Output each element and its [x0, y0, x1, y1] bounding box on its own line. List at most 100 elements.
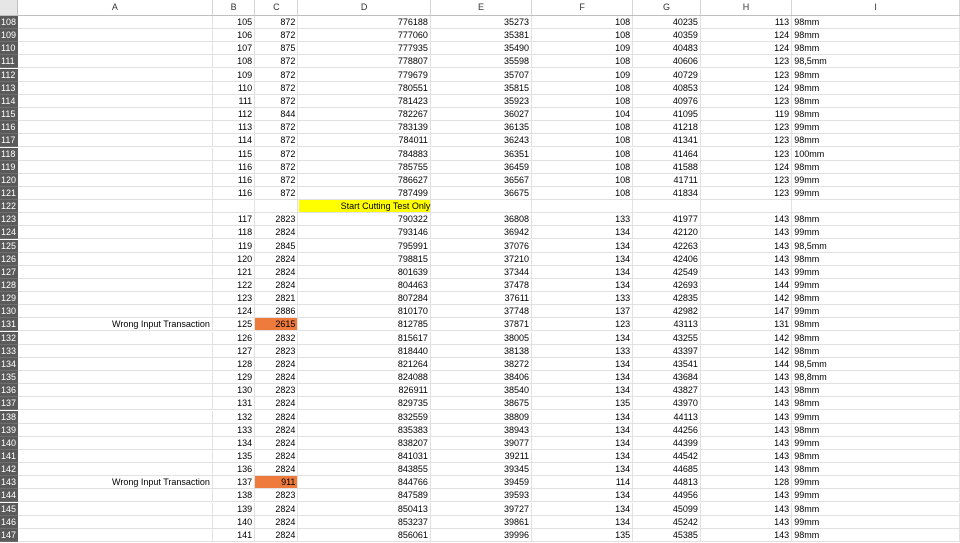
cell-c[interactable]: 2823 [255, 344, 299, 358]
cell-b[interactable]: 141 [212, 528, 256, 542]
cell-b[interactable]: 133 [212, 423, 256, 437]
cell-g[interactable]: 45242 [633, 515, 701, 529]
cell-h[interactable]: 143 [700, 397, 793, 411]
cell-f[interactable]: 134 [532, 449, 634, 463]
cell-d[interactable]: 838207 [298, 436, 431, 450]
cell-h[interactable]: 123 [700, 173, 793, 187]
cell-i[interactable]: 99mm [792, 186, 960, 200]
column-header-f[interactable]: F [532, 0, 634, 15]
cell-b[interactable]: 139 [212, 502, 256, 516]
cell-f[interactable]: 108 [532, 55, 634, 69]
row-number[interactable]: 142 [0, 463, 18, 477]
cell-e[interactable]: 35923 [430, 94, 533, 108]
column-header-i[interactable]: I [792, 0, 960, 15]
cell-c[interactable]: 872 [255, 16, 299, 29]
cell-b[interactable]: 130 [212, 384, 256, 398]
cell-b[interactable]: 121 [212, 265, 256, 279]
select-all-corner[interactable] [0, 0, 18, 15]
cell-f[interactable]: 134 [532, 384, 634, 398]
cell-g[interactable]: 42263 [633, 239, 701, 253]
cell-d[interactable]: 790322 [298, 213, 431, 227]
cell-f[interactable]: 134 [532, 410, 634, 424]
cell-e[interactable]: 38809 [430, 410, 533, 424]
cell-h[interactable]: 124 [700, 29, 793, 43]
row-number[interactable]: 136 [0, 384, 18, 398]
cell-i[interactable]: 98,5mm [792, 357, 960, 371]
cell-e[interactable]: 35490 [430, 42, 533, 56]
cell-i[interactable]: 98mm [792, 160, 960, 174]
cell-i[interactable]: 98mm [792, 397, 960, 411]
cell-f[interactable]: 133 [532, 213, 634, 227]
cell-d[interactable]: 782267 [298, 108, 431, 122]
cell-f[interactable]: 108 [532, 134, 634, 148]
cell-a[interactable] [17, 16, 213, 29]
row-number[interactable]: 126 [0, 252, 18, 266]
cell-i[interactable]: 98mm [792, 423, 960, 437]
cell-d[interactable]: 824088 [298, 371, 431, 385]
cell-f[interactable]: 134 [532, 226, 634, 240]
cell-c[interactable] [255, 200, 299, 214]
cell-b[interactable]: 140 [212, 515, 256, 529]
cell-f[interactable]: 137 [532, 305, 634, 319]
cell-b[interactable]: 123 [212, 292, 256, 306]
cell-i[interactable]: 98mm [792, 502, 960, 516]
cell-d[interactable]: 798815 [298, 252, 431, 266]
cell-g[interactable]: 41464 [633, 147, 701, 161]
cell-c[interactable]: 2832 [255, 331, 299, 345]
cell-i[interactable]: 99mm [792, 476, 960, 490]
cell-b[interactable]: 114 [212, 134, 256, 148]
cell-d[interactable]: 853237 [298, 515, 431, 529]
cell-d[interactable]: 777935 [298, 42, 431, 56]
cell-i[interactable]: 98mm [792, 252, 960, 266]
cell-i[interactable]: 99mm [792, 173, 960, 187]
cell-f[interactable]: 134 [532, 279, 634, 292]
cell-i[interactable]: 98mm [792, 94, 960, 108]
cell-h[interactable]: 143 [700, 436, 793, 450]
column-header-e[interactable]: E [431, 0, 533, 15]
row-number[interactable]: 122 [0, 200, 18, 214]
cell-e[interactable]: 36942 [430, 226, 533, 240]
cell-e[interactable]: 39345 [430, 463, 533, 477]
row-number[interactable]: 124 [0, 226, 18, 240]
cell-i[interactable]: 98mm [792, 331, 960, 345]
cell-a[interactable] [17, 331, 213, 345]
cell-a[interactable]: Wrong Input Transaction [17, 476, 213, 490]
cell-b[interactable]: 138 [212, 489, 256, 503]
cell-e[interactable]: 35815 [430, 81, 533, 95]
cell-f[interactable]: 108 [532, 16, 634, 29]
cell-g[interactable]: 41588 [633, 160, 701, 174]
cell-a[interactable] [17, 292, 213, 306]
cell-c[interactable]: 2824 [255, 449, 299, 463]
cell-c[interactable]: 2845 [255, 239, 299, 253]
cell-c[interactable]: 872 [255, 55, 299, 69]
cell-h[interactable]: 143 [700, 502, 793, 516]
column-header-b[interactable]: B [213, 0, 256, 15]
cell-a[interactable] [17, 200, 213, 214]
cell-i[interactable]: 99mm [792, 305, 960, 319]
cell-g[interactable]: 43827 [633, 384, 701, 398]
cell-c[interactable]: 2824 [255, 502, 299, 516]
cell-i[interactable]: 99mm [792, 226, 960, 240]
cell-e[interactable]: 38272 [430, 357, 533, 371]
cell-a[interactable] [17, 279, 213, 292]
cell-b[interactable]: 116 [212, 173, 256, 187]
cell-e[interactable]: 36459 [430, 160, 533, 174]
cell-e[interactable]: 37344 [430, 265, 533, 279]
cell-g[interactable]: 44113 [633, 410, 701, 424]
cell-h[interactable]: 128 [700, 476, 793, 490]
cell-c[interactable]: 2886 [255, 305, 299, 319]
cell-g[interactable]: 40606 [633, 55, 701, 69]
cell-f[interactable]: 135 [532, 528, 634, 542]
cell-e[interactable]: 37210 [430, 252, 533, 266]
cell-b[interactable]: 124 [212, 305, 256, 319]
cell-b[interactable]: 105 [212, 16, 256, 29]
cell-h[interactable]: 143 [700, 449, 793, 463]
cell-g[interactable]: 40235 [633, 16, 701, 29]
cell-b[interactable] [212, 200, 256, 214]
cell-d[interactable]: 812785 [298, 318, 431, 332]
cell-e[interactable]: 36808 [430, 213, 533, 227]
cell-d[interactable]: 843855 [298, 463, 431, 477]
row-number[interactable]: 117 [0, 134, 18, 148]
row-number[interactable]: 139 [0, 423, 18, 437]
row-number[interactable]: 133 [0, 344, 18, 358]
